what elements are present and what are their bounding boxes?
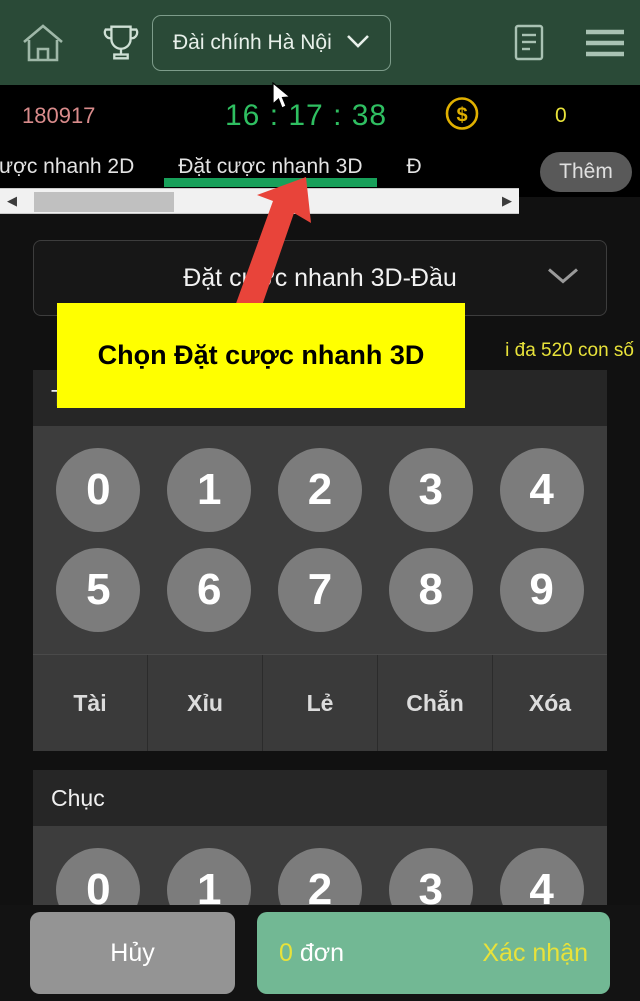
confirm-label: Xác nhận (482, 938, 588, 967)
tab-quick-bet-2d[interactable]: Đặt cược nhanh 2D (0, 147, 156, 187)
instruction-tooltip: Chọn Đặt cược nhanh 3D (57, 303, 465, 408)
quick-pick-xiu[interactable]: Xỉu (148, 655, 263, 751)
scroll-left-arrow-icon[interactable]: ◀ (0, 189, 24, 213)
header-left-icons (0, 12, 152, 74)
balance-amount: 0 (555, 104, 567, 127)
order-count-group: 0 đơn (279, 939, 344, 968)
document-list-icon[interactable] (498, 12, 560, 74)
cancel-button[interactable]: Hủy (30, 912, 235, 994)
number-ball[interactable]: 3 (388, 448, 473, 532)
trophy-icon[interactable] (90, 12, 152, 74)
number-ball[interactable]: 6 (167, 548, 252, 632)
issue-number: 180917 (22, 103, 96, 128)
header-right-icons (498, 12, 640, 74)
order-count: 0 (279, 938, 293, 967)
number-pad: 0 1 2 3 4 5 6 7 8 9 (33, 426, 607, 654)
bottom-action-bar: Hủy 0 đơn Xác nhận (0, 905, 640, 1001)
number-row: 0 1 2 3 4 (43, 440, 597, 540)
quick-pick-chan[interactable]: Chẵn (378, 655, 493, 751)
hamburger-menu-icon[interactable] (574, 12, 636, 74)
confirm-button[interactable]: 0 đơn Xác nhận (257, 912, 610, 994)
chevron-down-icon (546, 266, 580, 291)
quick-pick-tai[interactable]: Tài (33, 655, 148, 751)
max-numbers-note: i đa 520 con số (505, 340, 634, 361)
section-title: Chục (33, 770, 607, 826)
digit-section-hundreds: Trăm 0 1 2 3 4 5 6 7 8 9 Tài (33, 370, 607, 751)
quick-pick-xoa[interactable]: Xóa (493, 655, 607, 751)
quick-pick-le[interactable]: Lẻ (263, 655, 378, 751)
station-label: Đài chính Hà Nội (173, 30, 332, 54)
number-ball[interactable]: 8 (388, 548, 473, 632)
quick-pick-row: Tài Xỉu Lẻ Chẵn Xóa (33, 654, 607, 751)
order-unit: đơn (299, 938, 345, 967)
tab-next-partial[interactable]: Đ (385, 147, 444, 187)
more-tabs-button[interactable]: Thêm (540, 152, 632, 192)
station-selector[interactable]: Đài chính Hà Nội (152, 14, 391, 71)
draw-info-bar: 180917 16 : 17 : 38 $ 0 (0, 85, 640, 147)
number-ball[interactable]: 5 (56, 548, 141, 632)
number-ball[interactable]: 4 (499, 448, 584, 532)
scroll-right-arrow-icon[interactable]: ▶ (495, 189, 519, 213)
tab-label: Đặt cược nhanh 2D (0, 155, 135, 178)
number-ball[interactable]: 9 (499, 548, 584, 632)
number-ball[interactable]: 0 (56, 448, 141, 532)
tabs-row: Đặt cược nhanh 2D Đặt cược nhanh 3D Đ (0, 147, 444, 187)
chevron-down-icon (346, 31, 370, 55)
countdown-timer: 16 : 17 : 38 (225, 99, 388, 132)
scrollbar-thumb[interactable] (34, 192, 174, 212)
home-icon[interactable] (12, 12, 74, 74)
number-ball[interactable]: 1 (167, 448, 252, 532)
tab-label: Đ (406, 155, 422, 178)
app-header: Đài chính Hà Nội (0, 0, 640, 85)
mouse-cursor (272, 81, 294, 117)
dollar-coin-icon: $ (443, 95, 481, 138)
number-ball[interactable]: 2 (277, 448, 362, 532)
number-row: 5 6 7 8 9 (43, 540, 597, 640)
svg-text:$: $ (456, 105, 467, 127)
number-ball[interactable]: 7 (277, 548, 362, 632)
app-screen: Đài chính Hà Nội 180917 16: 17: 38 $ 0… (0, 0, 640, 1001)
